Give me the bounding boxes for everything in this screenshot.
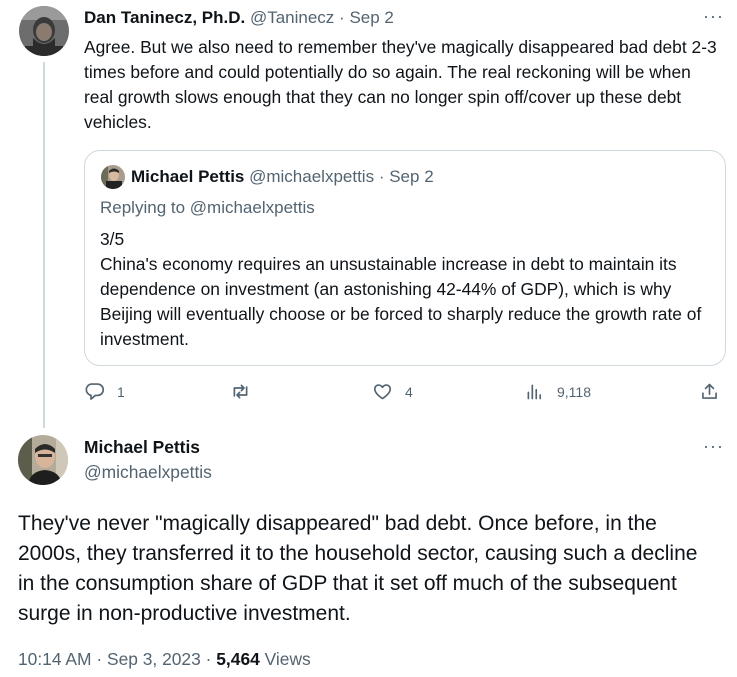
tweet-date: Sep 2 (389, 167, 434, 186)
tweet-date[interactable]: Sep 2 (349, 8, 393, 27)
thread-counter: 3/5 (100, 229, 125, 249)
like-count: 4 (405, 383, 413, 400)
thread-connector-line (43, 62, 45, 428)
avatar-image (18, 435, 68, 485)
quoted-tweet-card[interactable]: Michael Pettis @michaelxpettis · Sep 2 R… (84, 150, 726, 366)
action-bar: 1 4 9,118 (84, 381, 724, 407)
quoted-tweet-header: Michael Pettis @michaelxpettis · Sep 2 (131, 167, 434, 187)
retweet-button[interactable] (230, 381, 263, 402)
tweet-time[interactable]: 10:14 AM (18, 649, 91, 669)
views-icon (527, 384, 542, 400)
reply-button[interactable]: 1 (84, 381, 125, 402)
tweet-meta: 10:14 AM · Sep 3, 2023 · 5,464 Views (18, 649, 311, 670)
tweet-date[interactable]: Sep 3, 2023 (107, 649, 201, 669)
separator: · (339, 8, 345, 27)
main-tweet-text: They've never "magically disappeared" ba… (18, 512, 698, 625)
avatar-image (101, 165, 125, 189)
views-button[interactable]: 9,118 (524, 381, 591, 402)
more-options-icon[interactable]: ··· (703, 6, 724, 27)
share-icon (702, 383, 717, 399)
author-name: Michael Pettis (131, 167, 245, 186)
reply-tweet-header: Dan Taninecz, Ph.D. @Taninecz · Sep 2 (84, 8, 394, 28)
retweet-icon (233, 384, 248, 399)
avatar[interactable] (18, 435, 68, 485)
avatar (101, 165, 125, 189)
views-count: 9,118 (557, 383, 591, 400)
quoted-tweet-body: 3/5 China's economy requires an unsustai… (100, 227, 710, 352)
like-icon (373, 384, 392, 400)
separator: · (378, 167, 385, 186)
author-handle[interactable]: @michaelxpettis (84, 462, 212, 483)
reply-count: 1 (117, 383, 125, 400)
like-button[interactable]: 4 (372, 381, 413, 402)
separator: · (96, 649, 103, 669)
share-button[interactable] (699, 381, 720, 402)
author-handle: @michaelxpettis (249, 167, 375, 186)
quoted-tweet-text: China's economy requires an unsustainabl… (100, 254, 702, 349)
author-name[interactable]: Michael Pettis (84, 437, 200, 458)
views-label: Views (264, 649, 311, 669)
reply-tweet-text: Agree. But we also need to remember they… (84, 37, 717, 132)
author-name[interactable]: Dan Taninecz, Ph.D. (84, 8, 245, 27)
replying-to-label: Replying to @michaelxpettis (100, 198, 315, 217)
avatar-image (19, 6, 69, 56)
views-count: 5,464 (216, 649, 260, 669)
author-handle[interactable]: @Taninecz (250, 8, 334, 27)
separator: · (205, 649, 212, 669)
avatar[interactable] (19, 6, 69, 56)
more-options-icon[interactable]: ··· (703, 436, 724, 457)
reply-icon (85, 383, 104, 400)
